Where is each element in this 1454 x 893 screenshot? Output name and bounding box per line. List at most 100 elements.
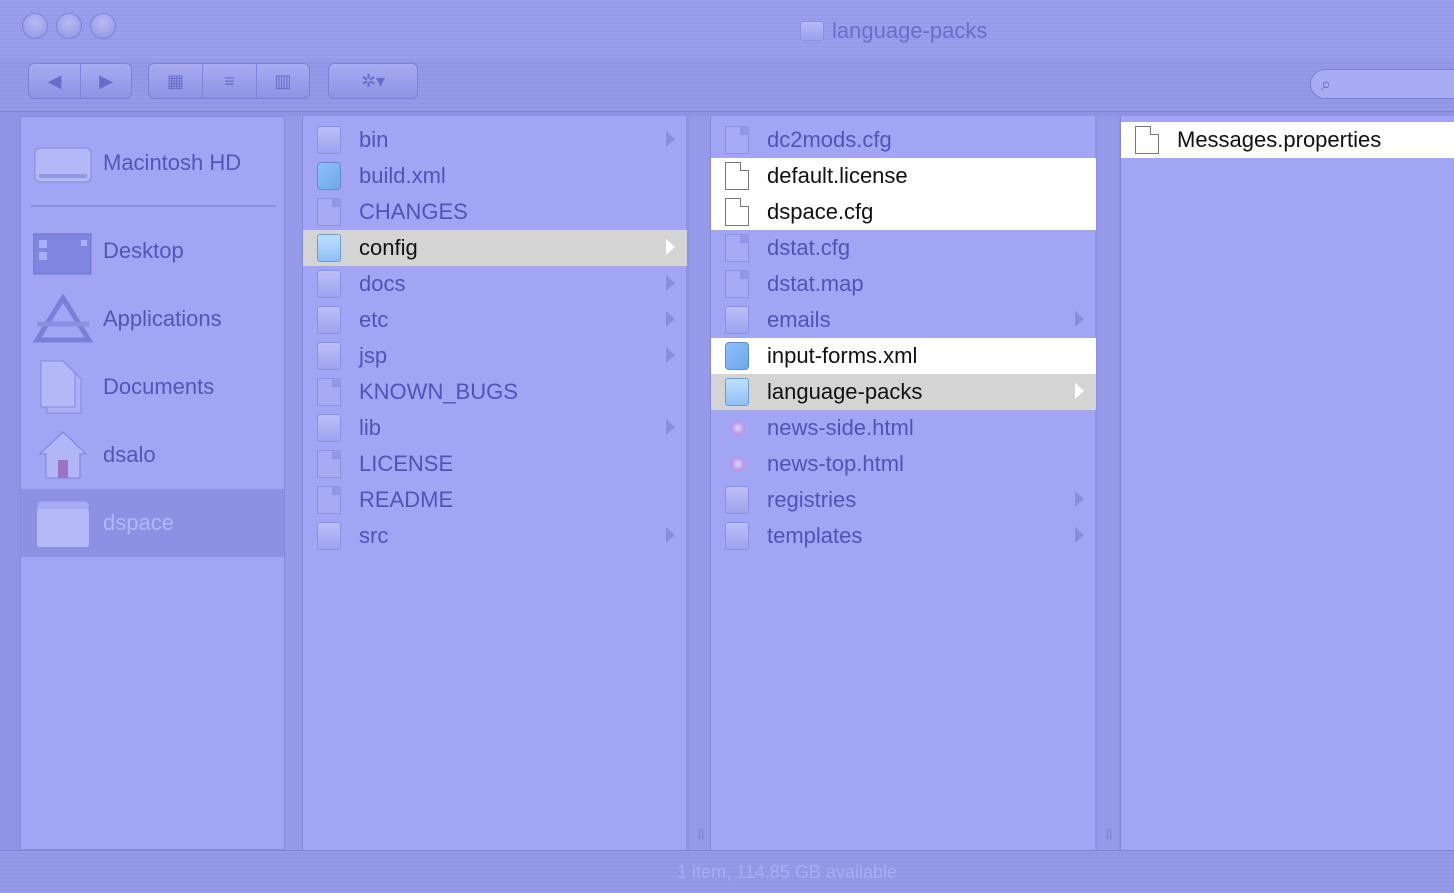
list-item[interactable]: news-side.html [711, 410, 1096, 446]
disclosure-arrow-icon [1075, 311, 1084, 327]
sidebar-divider [31, 205, 276, 207]
folder-icon [317, 306, 341, 334]
list-item[interactable]: dc2mods.cfg [711, 122, 1096, 158]
item-label: input-forms.xml [767, 343, 918, 368]
item-label: news-side.html [767, 415, 914, 440]
folder-icon [317, 270, 341, 298]
item-label: CHANGES [359, 199, 468, 224]
sidebar-item-documents[interactable]: Documents [21, 353, 284, 421]
back-arrow-icon: ◀ [47, 70, 62, 91]
column-resize-handle[interactable]: || [1098, 116, 1118, 850]
forward-arrow-icon: ▶ [99, 70, 113, 91]
list-item[interactable]: templates [711, 518, 1096, 554]
zoom-button[interactable] [90, 13, 116, 39]
list-item[interactable]: news-top.html [711, 446, 1096, 482]
list-item-selected[interactable]: language-packs [711, 374, 1096, 410]
minimize-button[interactable] [56, 13, 82, 39]
list-item[interactable]: CHANGES [303, 194, 687, 230]
column-resize-handle[interactable]: || [690, 116, 710, 850]
folder-icon [33, 495, 93, 551]
sidebar: Macintosh HD Desktop Applications Docume [20, 116, 285, 850]
folder-icon [725, 522, 749, 550]
item-label: README [359, 487, 454, 512]
item-label: build.xml [359, 163, 446, 188]
folder-icon [317, 342, 341, 370]
action-button[interactable]: ✲▾ [328, 63, 418, 99]
title-bar[interactable]: language-packs [0, 0, 1454, 60]
status-text: 1 item, 114.85 GB available [677, 861, 897, 882]
folder-icon [725, 378, 749, 406]
close-button[interactable] [22, 13, 48, 39]
list-view-button[interactable]: ≡ [203, 64, 257, 98]
list-item-highlighted[interactable]: Messages.properties [1121, 122, 1454, 158]
list-item[interactable]: build.xml [303, 158, 687, 194]
folder-icon [317, 414, 341, 442]
back-forward-control: ◀ ▶ [28, 63, 132, 99]
list-item-highlighted[interactable]: dspace.cfg [711, 194, 1096, 230]
disclosure-arrow-icon [1075, 491, 1084, 507]
list-item-highlighted[interactable]: default.license [711, 158, 1096, 194]
icon-view-button[interactable]: ▦ [149, 64, 203, 98]
item-label: default.license [767, 163, 908, 188]
list-item-highlighted[interactable]: input-forms.xml [711, 338, 1096, 374]
item-label: LICENSE [359, 451, 454, 476]
document-icon [317, 378, 341, 406]
view-mode-control: ▦ ≡ ▥ [148, 63, 310, 99]
resize-grip-icon: || [698, 826, 705, 840]
list-item[interactable]: dstat.cfg [711, 230, 1096, 266]
document-icon [725, 162, 749, 190]
xml-file-icon [317, 162, 341, 190]
list-item-selected[interactable]: config [303, 230, 687, 266]
list-item[interactable]: registries [711, 482, 1096, 518]
document-icon [317, 486, 341, 514]
item-label: Messages.properties [1177, 127, 1382, 152]
sidebar-item-dspace[interactable]: dspace [21, 489, 284, 557]
column-view-button[interactable]: ▥ [257, 64, 309, 98]
sidebar-item-applications[interactable]: Applications [21, 285, 284, 353]
column-view-icon: ▥ [274, 70, 292, 91]
list-item[interactable]: lib [303, 410, 687, 446]
item-label: language-packs [767, 379, 923, 404]
back-button[interactable]: ◀ [29, 64, 81, 98]
list-item[interactable]: KNOWN_BUGS [303, 374, 687, 410]
forward-button[interactable]: ▶ [81, 64, 131, 98]
list-item[interactable]: LICENSE [303, 446, 687, 482]
list-item[interactable]: docs [303, 266, 687, 302]
item-label: news-top.html [767, 451, 904, 476]
document-icon [1135, 126, 1159, 154]
list-item[interactable]: emails [711, 302, 1096, 338]
disclosure-arrow-icon [1075, 527, 1084, 543]
search-icon: ⌕ [1321, 73, 1332, 94]
list-item[interactable]: README [303, 482, 687, 518]
folder-icon [800, 21, 824, 41]
xml-file-icon [725, 342, 749, 370]
sidebar-item-label: Macintosh HD [103, 150, 242, 175]
gear-icon: ✲▾ [360, 70, 386, 91]
disclosure-arrow-icon [666, 527, 675, 543]
sidebar-item-dsalo[interactable]: dsalo [21, 421, 284, 489]
sidebar-item-label: Desktop [103, 238, 184, 263]
folder-icon [725, 486, 749, 514]
disclosure-arrow-icon [666, 311, 675, 327]
documents-icon [33, 359, 93, 415]
item-label: docs [359, 271, 406, 296]
sidebar-item-label: dspace [103, 510, 174, 535]
toolbar: ◀ ▶ ▦ ≡ ▥ ✲▾ ⌕ [0, 60, 1454, 112]
list-item[interactable]: bin [303, 122, 687, 158]
item-label: etc [359, 307, 389, 332]
list-item[interactable]: etc [303, 302, 687, 338]
item-label: dspace.cfg [767, 199, 874, 224]
document-icon [317, 450, 341, 478]
list-item[interactable]: jsp [303, 338, 687, 374]
list-item[interactable]: src [303, 518, 687, 554]
document-icon [317, 198, 341, 226]
list-item[interactable]: dstat.map [711, 266, 1096, 302]
applications-icon [33, 291, 93, 347]
window-title: language-packs [800, 16, 987, 46]
sidebar-item-macintosh-hd[interactable]: Macintosh HD [21, 129, 284, 197]
window-title-text: language-packs [832, 18, 988, 43]
disclosure-arrow-icon [666, 419, 675, 435]
search-field[interactable]: ⌕ [1310, 69, 1454, 99]
sidebar-item-label: dsalo [103, 442, 156, 467]
sidebar-item-desktop[interactable]: Desktop [21, 217, 284, 285]
